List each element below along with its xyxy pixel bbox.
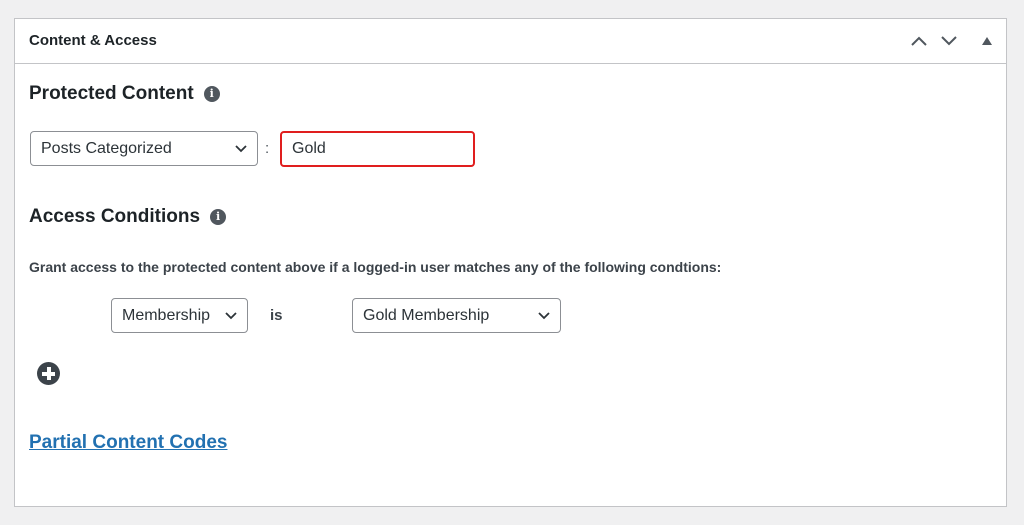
toggle-panel-button[interactable] [975, 29, 999, 53]
condition-value-select[interactable]: Gold Membership [352, 298, 561, 333]
condition-field-value: Membership [122, 306, 211, 324]
chevron-down-icon [225, 311, 237, 319]
content-access-panel: Content & Access Protected Content i Pos… [14, 18, 1007, 507]
move-down-button[interactable] [937, 29, 961, 53]
separator: : [265, 140, 270, 157]
panel-header: Content & Access [15, 19, 1006, 64]
condition-value-value: Gold Membership [363, 306, 490, 324]
chevron-up-icon [911, 36, 927, 46]
protected-content-title: Protected Content [29, 83, 194, 104]
content-type-select[interactable]: Posts Categorized [30, 131, 258, 166]
condition-field-select[interactable]: Membership [111, 298, 248, 333]
panel-title: Content & Access [29, 32, 157, 49]
chevron-down-icon [538, 311, 550, 319]
protected-content-heading: Protected Content i [29, 83, 220, 105]
access-description: Grant access to the protected content ab… [29, 259, 722, 275]
add-condition-button[interactable] [37, 362, 60, 385]
content-type-value: Posts Categorized [41, 139, 172, 157]
access-conditions-title: Access Conditions [29, 206, 201, 227]
category-input-value: Gold [292, 140, 326, 157]
triangle-up-icon [982, 37, 992, 45]
chevron-down-icon [235, 144, 247, 152]
access-conditions-heading: Access Conditions i [29, 206, 227, 228]
partial-content-codes-link[interactable]: Partial Content Codes [29, 432, 227, 454]
info-icon[interactable]: i [203, 86, 220, 102]
category-input[interactable]: Gold [280, 131, 475, 167]
move-up-button[interactable] [907, 29, 931, 53]
condition-operator: is [270, 307, 283, 324]
chevron-down-icon [941, 36, 957, 46]
info-icon[interactable]: i [210, 209, 227, 225]
